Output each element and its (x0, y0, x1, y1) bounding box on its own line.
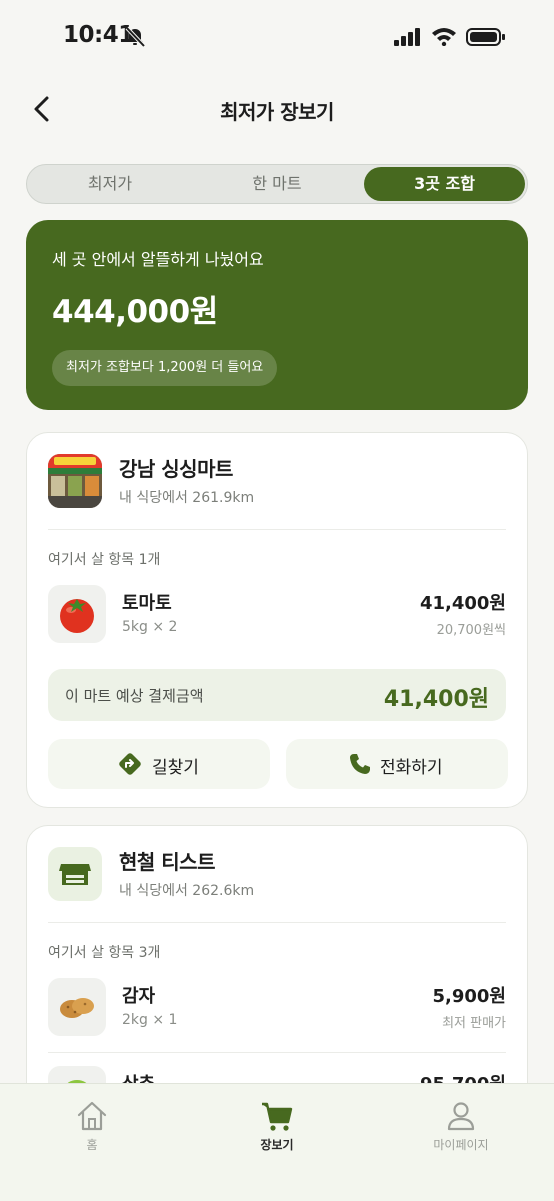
store-card: 강남 싱싱마트 내 식당에서 261.9km 여기서 살 항목 1개 토마토 5… (26, 432, 528, 808)
bottom-nav: 홈 장보기 마이페이지 (0, 1083, 554, 1201)
tab-lowest-price[interactable]: 최저가 (27, 165, 193, 203)
summary-card: 세 곳 안에서 알뜰하게 나눴어요 444,000원 최저가 조합보다 1,20… (26, 220, 528, 410)
cart-icon (262, 1102, 293, 1131)
directions-icon (119, 753, 141, 775)
item-thumbnail (48, 585, 106, 643)
items-count-label: 여기서 살 항목 1개 (48, 552, 161, 568)
potato-icon (60, 998, 94, 1018)
item-quantity: 5kg × 2 (122, 619, 178, 635)
nav-shopping-label: 장보기 (260, 1138, 294, 1152)
divider (48, 1052, 506, 1053)
tomato-icon (60, 599, 94, 633)
nav-shopping[interactable]: 장보기 (217, 1098, 337, 1153)
summary-note-badge: 최저가 조합보다 1,200원 더 들어요 (52, 350, 278, 386)
items-count-label: 여기서 살 항목 3개 (48, 945, 161, 961)
item-unit-price: 20,700원씩 (436, 623, 506, 638)
call-button[interactable]: 전화하기 (286, 739, 508, 789)
signal-icon (394, 28, 420, 46)
item-price: 41,400원 (419, 593, 506, 614)
summary-amount: 444,000원 (52, 294, 218, 330)
item-quantity: 2kg × 1 (122, 1012, 178, 1028)
store-photo (48, 454, 102, 508)
header: 최저가 장보기 (0, 84, 554, 136)
store-distance: 내 식당에서 261.9km (119, 490, 255, 506)
page-title: 최저가 장보기 (220, 100, 334, 124)
nav-home[interactable]: 홈 (32, 1098, 152, 1153)
nav-mypage[interactable]: 마이페이지 (401, 1098, 521, 1153)
nav-home-label: 홈 (86, 1138, 98, 1152)
store-distance: 내 식당에서 262.6km (119, 883, 255, 899)
directions-label: 길찾기 (152, 758, 199, 778)
status-bar: 10:41 (0, 0, 554, 76)
home-icon (77, 1101, 107, 1131)
divider (48, 529, 506, 530)
store-icon (59, 864, 91, 885)
item-thumbnail (48, 978, 106, 1036)
directions-button[interactable]: 길찾기 (48, 739, 270, 789)
tab-single-mart[interactable]: 한 마트 (193, 165, 361, 203)
segmented-control: 최저가 한 마트 3곳 조합 (26, 164, 528, 204)
phone-icon (350, 754, 370, 774)
item-name: 토마토 (122, 593, 172, 614)
tab-three-store-combo[interactable]: 3곳 조합 (364, 167, 525, 201)
battery-icon (466, 28, 505, 46)
store-icon-box (48, 847, 102, 901)
estimated-payment-amount: 41,400원 (383, 687, 489, 712)
divider (48, 922, 506, 923)
summary-subtitle: 세 곳 안에서 알뜰하게 나눴어요 (52, 250, 264, 269)
store-name: 강남 싱싱마트 (119, 457, 233, 481)
item-unit-price: 최저 판매가 (442, 1016, 506, 1031)
bell-muted-icon (125, 26, 146, 48)
store-name: 현철 티스트 (119, 850, 215, 874)
estimated-payment-label: 이 마트 예상 결제금액 (65, 687, 204, 705)
nav-mypage-label: 마이페이지 (433, 1138, 489, 1152)
wifi-icon (432, 28, 456, 46)
estimated-payment-box: 이 마트 예상 결제금액 41,400원 (48, 669, 506, 721)
call-label: 전화하기 (380, 758, 443, 778)
item-name: 감자 (122, 986, 156, 1007)
item-price: 5,900원 (432, 986, 507, 1007)
person-icon (447, 1102, 475, 1131)
